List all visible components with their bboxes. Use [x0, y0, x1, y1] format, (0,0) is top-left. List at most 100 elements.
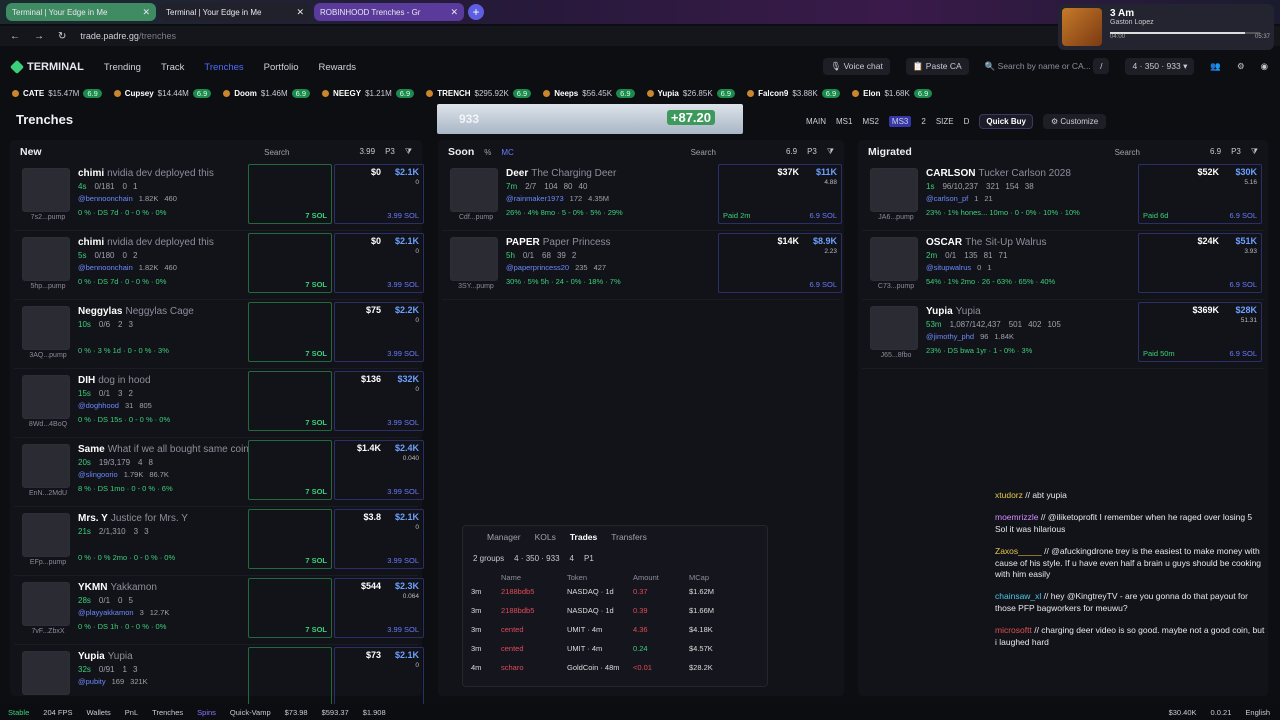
- new-tab-button[interactable]: +: [468, 4, 484, 20]
- token-socials[interactable]: @bennoonchain 1.82K 460: [78, 263, 177, 272]
- close-icon[interactable]: ✕: [450, 7, 458, 18]
- token-card[interactable]: C73...pump OSCAR The Sit-Up Walrus 2m 0/1 135…: [862, 233, 1264, 300]
- token-address[interactable]: EFp...pump: [20, 559, 76, 566]
- buy-sol-button[interactable]: 3.99 SOL: [387, 487, 419, 496]
- panel-preset[interactable]: P1: [584, 554, 594, 563]
- quick-buy-sol[interactable]: 7 SOL: [305, 418, 327, 427]
- x-handle[interactable]: @playyakkamon: [78, 608, 134, 617]
- token-socials[interactable]: @playyakkamon 3 12.7K: [78, 608, 169, 617]
- token-card[interactable]: 8Wd...4BoQ DIH dog in hood 15s 0/1 3 2 @doghhoo…: [14, 371, 424, 438]
- market-cap-box[interactable]: $24K $51K 3.93 6.9 SOL: [1138, 233, 1262, 293]
- token-card[interactable]: 7s2...pump chimi nvidia dev deployed this 4…: [14, 164, 424, 231]
- token-avatar[interactable]: [22, 582, 70, 626]
- panel-counter[interactable]: 4 · 350 · 933: [514, 554, 559, 563]
- market-cap-box[interactable]: $52K $30K 5.16 Paid 6d 6.9 SOL: [1138, 164, 1262, 224]
- media-player[interactable]: 3 Am Gaston Lopez 04:00 05:37: [1058, 4, 1274, 50]
- buy-amount[interactable]: 6.9: [786, 147, 797, 157]
- size-button[interactable]: SIZE: [936, 117, 954, 126]
- quick-buy-sol[interactable]: 7 SOL: [305, 487, 327, 496]
- token-avatar[interactable]: [870, 237, 918, 281]
- nav-trending[interactable]: Trending: [104, 62, 141, 73]
- token-card[interactable]: EnN...2MdU Same What if we all bought same…: [14, 440, 424, 507]
- token-avatar[interactable]: [22, 375, 70, 419]
- preset-label[interactable]: P3: [807, 147, 817, 157]
- token-socials[interactable]: @pubity 169 321K: [78, 677, 148, 686]
- token-socials[interactable]: @paperprincess20 235 427: [506, 263, 606, 272]
- preset-label[interactable]: P3: [385, 147, 395, 157]
- buy-sol-button[interactable]: 3.99 SOL: [387, 556, 419, 565]
- market-cap-box[interactable]: $37K $11K 4.88 Paid 2m 6.9 SOL: [718, 164, 842, 224]
- token-avatar[interactable]: [870, 168, 918, 212]
- panel-tab-manager[interactable]: Manager: [487, 532, 521, 542]
- paste-ca-button[interactable]: 📋 Paste CA: [905, 58, 969, 75]
- trade-row[interactable]: 3m 2188bdb5 NASDAQ · 1d 0.39 $1.66M: [463, 601, 767, 620]
- ticker-item[interactable]: NEEGY $1.21M 6.9: [322, 88, 415, 98]
- token-address[interactable]: 8Wd...4BoQ: [20, 421, 76, 428]
- filter-icon[interactable]: ⧩: [827, 147, 834, 157]
- chat-username[interactable]: xtudorz: [995, 490, 1023, 500]
- quick-vamp-toggle[interactable]: Quick-Vamp: [230, 708, 271, 717]
- trader-name[interactable]: cented: [501, 644, 567, 653]
- token-socials[interactable]: @rainmaker1973 172 4.35M: [506, 194, 609, 203]
- panel-tab-trades[interactable]: Trades: [570, 532, 597, 542]
- token-socials[interactable]: @bennoonchain 1.82K 460: [78, 194, 177, 203]
- nav-rewards[interactable]: Rewards: [319, 62, 357, 73]
- x-handle[interactable]: @bennoonchain: [78, 263, 133, 272]
- token-card[interactable]: 3SY...pump PAPER Paper Princess 5h 0/1 68 39 2 @…: [442, 233, 842, 300]
- trade-row[interactable]: 3m cented UMIT · 4m 4.36 $4.18K: [463, 620, 767, 639]
- n2-button[interactable]: 2: [921, 117, 925, 126]
- token-address[interactable]: J65...8fbo: [868, 352, 924, 359]
- panel-amount[interactable]: 4: [570, 554, 574, 563]
- browser-tab-2[interactable]: Terminal | Your Edge in Me ✕: [160, 3, 310, 21]
- trade-token[interactable]: NASDAQ · 1d: [567, 606, 633, 615]
- buy-amount[interactable]: 6.9: [1210, 147, 1221, 157]
- trade-token[interactable]: NASDAQ · 1d: [567, 587, 633, 596]
- browser-tab-1[interactable]: Terminal | Your Edge in Me ✕: [6, 3, 156, 21]
- token-address[interactable]: 7vF...ZbxX: [20, 628, 76, 635]
- token-avatar[interactable]: [22, 651, 70, 695]
- token-card[interactable]: JA6...pump CARLSON Tucker Carlson 2028 1s 96…: [862, 164, 1264, 231]
- reload-icon[interactable]: ↻: [58, 31, 66, 42]
- close-icon[interactable]: ✕: [296, 7, 304, 18]
- quick-buy-sol[interactable]: 7 SOL: [305, 556, 327, 565]
- users-icon[interactable]: 👥: [1210, 61, 1221, 72]
- trenches-button[interactable]: Trenches: [152, 708, 183, 717]
- buy-sol-button[interactable]: 6.9 SOL: [1229, 211, 1257, 220]
- ticker-item[interactable]: Falcon9 $3.88K 6.9: [747, 88, 841, 98]
- buy-sol-button[interactable]: 3.99 SOL: [387, 625, 419, 634]
- market-cap-box[interactable]: $73 $2.1K 0: [334, 647, 424, 707]
- buy-sol-button[interactable]: 3.99 SOL: [387, 349, 419, 358]
- x-handle[interactable]: @slingoorio: [78, 470, 118, 479]
- browser-tab-3[interactable]: ROBINHOOD Trenches - Gr ✕: [314, 3, 464, 21]
- ms3-preset[interactable]: MS3: [888, 116, 912, 127]
- panel-tab-transfers[interactable]: Transfers: [611, 532, 647, 542]
- token-socials[interactable]: [78, 539, 90, 548]
- trade-token[interactable]: GoldCoin · 48m: [567, 663, 633, 672]
- trade-token[interactable]: UMIT · 4m: [567, 625, 633, 634]
- token-avatar[interactable]: [22, 237, 70, 281]
- quick-buy-sol[interactable]: 7 SOL: [305, 280, 327, 289]
- market-cap-box[interactable]: $0 $2.1K 0 3.99 SOL: [334, 164, 424, 224]
- customize-button[interactable]: ⚙ Customize: [1042, 114, 1107, 129]
- token-address[interactable]: 7s2...pump: [20, 214, 76, 221]
- nav-track[interactable]: Track: [161, 62, 184, 73]
- ticker-item[interactable]: Elon $1.68K 6.9: [852, 88, 933, 98]
- buy-sol-button[interactable]: 6.9 SOL: [1229, 280, 1257, 289]
- trader-name[interactable]: 2188bdb5: [501, 606, 567, 615]
- token-socials[interactable]: @doghhood 31 805: [78, 401, 152, 410]
- x-handle[interactable]: @bennoonchain: [78, 194, 133, 203]
- main-preset[interactable]: MAIN: [806, 117, 826, 126]
- token-socials[interactable]: @carlson_pf 1 21: [926, 194, 993, 203]
- ms2-preset[interactable]: MS2: [862, 117, 878, 126]
- trade-row[interactable]: 3m 2188bdb5 NASDAQ · 1d 0.37 $1.62M: [463, 582, 767, 601]
- forward-icon[interactable]: →: [34, 31, 44, 42]
- token-socials[interactable]: @jimothy_phd 96 1.84K: [926, 332, 1014, 341]
- quick-buy-zone[interactable]: 7 SOL: [248, 164, 332, 224]
- buy-sol-button[interactable]: 3.99 SOL: [387, 280, 419, 289]
- x-handle[interactable]: @doghhood: [78, 401, 119, 410]
- chat-username[interactable]: microsoftt: [995, 625, 1032, 635]
- market-cap-box[interactable]: $75 $2.2K 0 3.99 SOL: [334, 302, 424, 362]
- market-cap-box[interactable]: $0 $2.1K 0 3.99 SOL: [334, 233, 424, 293]
- gear-icon[interactable]: ⚙: [1237, 61, 1245, 72]
- pct-toggle[interactable]: %: [484, 148, 491, 157]
